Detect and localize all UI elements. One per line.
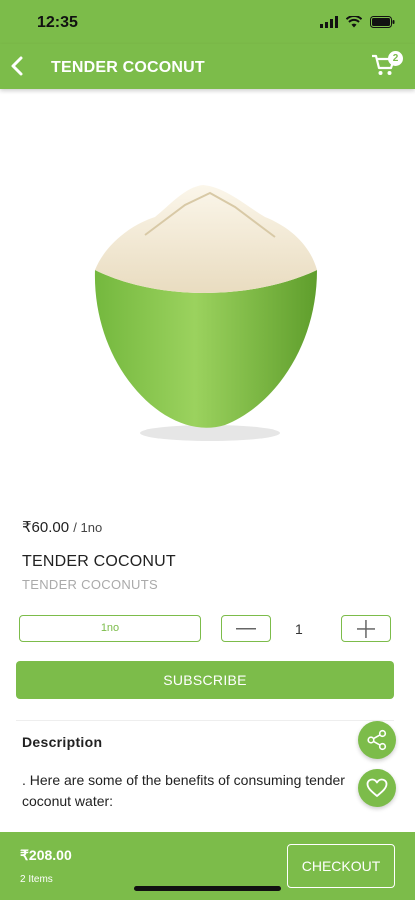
plus-icon [357, 619, 375, 638]
cart-items-count: 2 Items [20, 874, 53, 885]
product-subtitle: TENDER COCONUTS [22, 577, 158, 592]
favorite-button[interactable] [358, 769, 396, 807]
checkout-button[interactable]: CHECKOUT [287, 844, 395, 888]
minus-icon [236, 627, 256, 629]
share-icon [367, 729, 387, 751]
increase-quantity-button[interactable] [341, 615, 391, 642]
share-button[interactable] [358, 721, 396, 759]
status-icons [320, 15, 395, 33]
description-line-2: coconut water: [22, 793, 114, 809]
battery-icon [370, 15, 395, 33]
back-arrow-icon [11, 56, 23, 76]
cart-button[interactable]: 2 [371, 51, 403, 79]
subscribe-button[interactable]: SUBSCRIBE [16, 661, 394, 699]
product-name: TENDER COCONUT [22, 553, 176, 570]
cart-count-badge: 2 [388, 51, 403, 66]
wifi-icon [345, 15, 363, 33]
price-value: ₹60.00 [22, 519, 70, 536]
heart-icon [366, 778, 388, 797]
status-bar: 12:35 [0, 0, 415, 44]
decrease-quantity-button[interactable] [221, 615, 271, 642]
cart-total: ₹208.00 [20, 847, 72, 863]
product-price: ₹60.00 / 1no [22, 518, 102, 536]
divider [16, 720, 394, 721]
home-indicator [134, 886, 281, 891]
description-text: . Here are some of the benefits of consu… [22, 770, 362, 812]
back-button[interactable] [8, 53, 30, 79]
app-header: TENDER COCONUT 2 [0, 44, 415, 89]
quantity-value: 1 [295, 621, 303, 637]
description-title: Description [22, 734, 103, 750]
price-unit: / 1no [73, 520, 103, 535]
description-line-1: . Here are some of the benefits of consu… [22, 772, 345, 788]
status-time: 12:35 [37, 14, 78, 31]
variant-selector[interactable]: 1no [19, 615, 201, 642]
page-title: TENDER COCONUT [51, 59, 205, 76]
signal-icon [320, 15, 338, 33]
product-image [85, 175, 330, 450]
